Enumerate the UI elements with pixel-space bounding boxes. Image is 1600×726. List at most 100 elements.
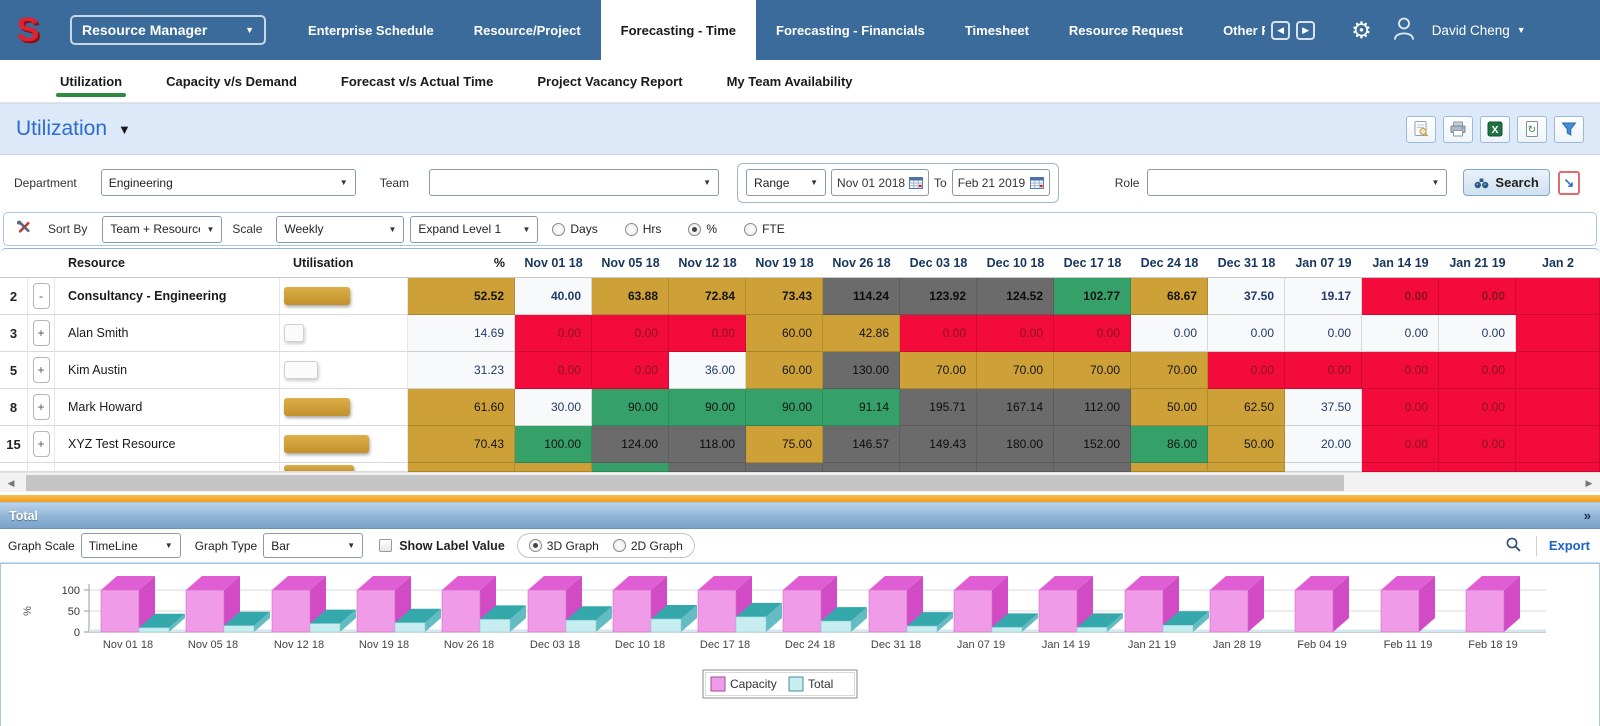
value-cell-jan-07-19: 19.17 [1285, 278, 1362, 315]
value-cell-nov-01-18: 100.00 [515, 426, 592, 463]
unit-hrs[interactable]: Hrs [624, 222, 661, 236]
view-title-dropdown[interactable]: Utilization ▼ [16, 117, 131, 141]
graph-mode-group: 3D Graph 2D Graph [516, 533, 695, 558]
graph-scale-select[interactable]: TimeLine ▼ [80, 533, 181, 558]
date-column-header-jan-14-19[interactable]: Jan 14 19 [1362, 249, 1439, 277]
graph-mode-radio-3d-graph[interactable] [528, 539, 542, 552]
search-button[interactable]: Search [1463, 169, 1550, 196]
utilization-table: Resource Utilisation% Nov 01 18 Nov 05 18 No… [0, 248, 1600, 472]
total-bar-nov-26-18-front [479, 619, 511, 633]
resource-name-cell[interactable]: Alan Smith [55, 315, 280, 352]
resource-name-cell[interactable]: XYZ Test Resource [55, 426, 280, 463]
top-tab-forecasting-time[interactable]: Forecasting - Time [600, 0, 756, 60]
user-menu[interactable]: David Cheng ▼ [1432, 23, 1526, 38]
date-column-header-jan-07-19[interactable]: Jan 07 19 [1285, 249, 1362, 277]
subnav-item-my-team-availability[interactable]: My Team Availability [705, 60, 875, 102]
value-cell-jan-07-19: 37.50 [1285, 389, 1362, 426]
resource-name-cell[interactable]: Consultancy - Engineering [55, 278, 280, 315]
top-tab-enterprise-schedule[interactable]: Enterprise Schedule [288, 0, 454, 60]
graph-type-select[interactable]: Bar ▼ [263, 533, 364, 558]
utilisation-column-header[interactable]: Utilisation [280, 249, 408, 277]
date-column-header-nov-01-18[interactable]: Nov 01 18 [515, 249, 592, 277]
capacity-bar-nov-19-18-front [356, 589, 396, 633]
top-tab-resource-request[interactable]: Resource Request [1049, 0, 1203, 60]
scroll-right-arrow[interactable]: ▶ [1580, 473, 1598, 493]
binoculars-icon [1475, 178, 1489, 188]
graph-mode-radio-2d-graph[interactable] [612, 539, 626, 552]
resource-column-header[interactable]: Resource [55, 249, 280, 277]
unit-days[interactable]: Days [552, 222, 598, 236]
range-type-select[interactable]: Range ▼ [746, 169, 827, 196]
unit-radio-fte[interactable] [744, 222, 758, 236]
capacity-bar-nov-26-18-front [441, 589, 481, 633]
date-column-header-dec-10-18[interactable]: Dec 10 18 [977, 249, 1054, 277]
graph-mode-2d-graph[interactable]: 2D Graph [612, 539, 683, 553]
search-button-label: Search [1495, 175, 1539, 190]
team-select[interactable]: ▼ [429, 169, 720, 196]
role-select[interactable]: ▼ [1147, 169, 1448, 196]
expand-row-button[interactable]: + [32, 431, 50, 457]
unit-fte[interactable]: FTE [744, 222, 785, 236]
date-column-header-nov-19-18[interactable]: Nov 19 18 [746, 249, 823, 277]
value-cell-dec-03-18: 123.92 [900, 278, 977, 315]
module-selector[interactable]: Resource Manager ▼ [70, 15, 266, 45]
date-column-header-nov-05-18[interactable]: Nov 05 18 [592, 249, 669, 277]
settings-gear-icon[interactable]: ⚙ [1351, 18, 1372, 42]
capacity-bar-dec-31-18-front [868, 589, 908, 633]
scroll-left-arrow[interactable]: ◀ [2, 473, 20, 493]
subnav-item-project-vacancy-report[interactable]: Project Vacancy Report [515, 60, 704, 102]
tabs-scroll-left-button[interactable]: ◀ [1271, 20, 1291, 40]
unit-[interactable]: % [688, 222, 717, 236]
collapse-panel-button[interactable]: ↘ [1557, 170, 1580, 195]
percent-column-header[interactable]: % [408, 249, 515, 277]
collapse-row-button[interactable]: - [32, 283, 50, 309]
graph-mode-3d-graph[interactable]: 3D Graph [528, 539, 599, 553]
top-tab-timesheet[interactable]: Timesheet [945, 0, 1049, 60]
date-column-header-dec-24-18[interactable]: Dec 24 18 [1131, 249, 1208, 277]
top-tab-forecasting-financials[interactable]: Forecasting - Financials [756, 0, 945, 60]
expand-row-button[interactable]: + [32, 394, 50, 420]
department-select[interactable]: Engineering ▼ [100, 169, 356, 196]
expand-row-button[interactable]: + [32, 357, 50, 383]
user-profile-icon[interactable] [1392, 15, 1416, 46]
chart-zoom-button[interactable] [1505, 536, 1522, 556]
scale-select[interactable]: Weekly ▼ [276, 215, 405, 243]
filter-button[interactable] [1554, 115, 1584, 143]
export-link[interactable]: Export [1549, 538, 1590, 553]
date-column-header-nov-26-18[interactable]: Nov 26 18 [823, 249, 900, 277]
excel-export-button[interactable]: X [1480, 115, 1510, 143]
date-to-field[interactable]: Feb 21 2019 [951, 169, 1050, 196]
subnav-item-forecast-v-s-actual-time[interactable]: Forecast v/s Actual Time [319, 60, 515, 102]
unit-radio-hrs[interactable] [624, 222, 638, 236]
refresh-export-button[interactable]: ↻ [1517, 115, 1547, 143]
subnav-item-capacity-v-s-demand[interactable]: Capacity v/s Demand [144, 60, 319, 102]
top-tab-other-rep[interactable]: Other Rep [1203, 0, 1265, 60]
sort-by-select[interactable]: Team + Resource + F ▼ [102, 215, 223, 243]
resource-name-cell[interactable]: Mark Howard [55, 389, 280, 426]
horizontal-scrollbar[interactable]: ◀ ▶ [0, 472, 1600, 492]
printer-icon [1450, 121, 1466, 137]
subnav-item-utilization[interactable]: Utilization [38, 60, 144, 102]
unit-radio-[interactable] [688, 222, 702, 236]
expand-row-button[interactable]: + [32, 320, 50, 346]
scrollbar-thumb[interactable] [26, 475, 1344, 491]
date-column-header-jan-21-19[interactable]: Jan 21 19 [1439, 249, 1516, 277]
preview-button[interactable] [1406, 115, 1436, 143]
date-column-header-dec-17-18[interactable]: Dec 17 18 [1054, 249, 1131, 277]
show-label-value-checkbox[interactable] [379, 539, 393, 552]
department-value: Engineering [108, 175, 173, 190]
top-tab-resource-project[interactable]: Resource/Project [454, 0, 601, 60]
total-bar-nov-12-18-front [309, 623, 341, 633]
print-button[interactable] [1443, 115, 1473, 143]
unit-radio-days[interactable] [552, 222, 566, 236]
date-column-header-nov-12-18[interactable]: Nov 12 18 [669, 249, 746, 277]
date-column-header-dec-03-18[interactable]: Dec 03 18 [900, 249, 977, 277]
date-from-field[interactable]: Nov 01 2018 [831, 169, 930, 196]
expand-level-select[interactable]: Expand Level 1 ▼ [410, 215, 539, 243]
tabs-scroll-right-button[interactable]: ▶ [1296, 20, 1316, 40]
total-section-header[interactable]: Total » [0, 502, 1600, 529]
collapse-chevron-icon[interactable]: » [1584, 508, 1591, 523]
date-column-header-dec-31-18[interactable]: Dec 31 18 [1208, 249, 1285, 277]
tools-icon[interactable] [14, 218, 34, 241]
resource-name-cell[interactable]: Kim Austin [55, 352, 280, 389]
